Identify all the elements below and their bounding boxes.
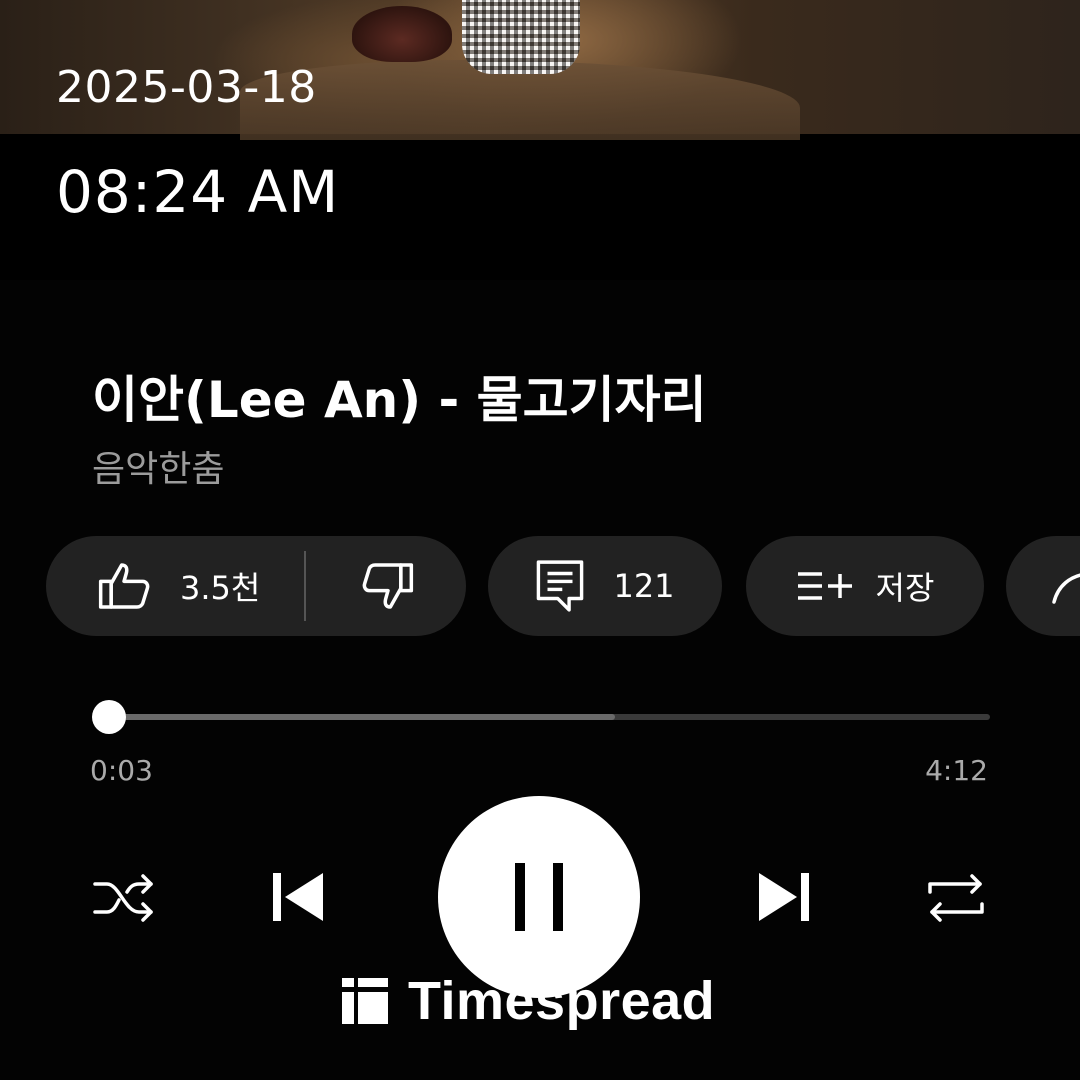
thumbs-down-icon [362,563,414,609]
shuffle-button[interactable] [88,866,160,930]
total-time: 4:12 [925,754,988,787]
save-button[interactable]: 저장 [746,536,984,636]
seek-knob[interactable] [91,700,126,734]
previous-button[interactable] [262,862,334,932]
watermark-text: Timespread [408,971,716,1031]
comment-count: 121 [613,567,675,605]
timespread-logo-icon [342,978,388,1024]
buffered-bar [98,714,616,720]
like-count: 3.5천 [180,569,261,607]
save-label: 저장 [875,569,935,607]
next-button[interactable] [748,862,820,932]
comment-icon [537,560,584,612]
like-dislike-group: 3.5천 [46,536,466,636]
skip-next-icon [759,873,809,921]
current-time: 0:03 [90,754,153,787]
like-button[interactable]: 3.5천 [46,536,260,636]
skip-previous-icon [273,873,323,921]
timespread-watermark: Timespread [342,970,715,1032]
track-title: 이안(Lee An) - 물고기자리 [92,371,707,429]
share-icon [1052,573,1080,604]
date-overlay: 2025-03-18 [56,62,317,113]
shuffle-icon [93,874,153,922]
comments-button[interactable]: 121 [488,536,722,636]
pause-icon [515,863,563,931]
repeat-icon [928,874,984,922]
time-overlay: 08:24 AM [56,158,340,226]
pause-button[interactable] [438,796,640,998]
channel-name[interactable]: 음악한춤 [92,440,224,492]
thumbs-up-icon [98,563,150,609]
playlist-add-icon [797,572,852,600]
player-screen: 2025-03-18 08:24 AM 이안(Lee An) - 물고기자리 음… [0,0,1080,1080]
seek-bar[interactable] [98,714,990,720]
repeat-button[interactable] [920,866,992,930]
dislike-button[interactable] [306,536,416,636]
